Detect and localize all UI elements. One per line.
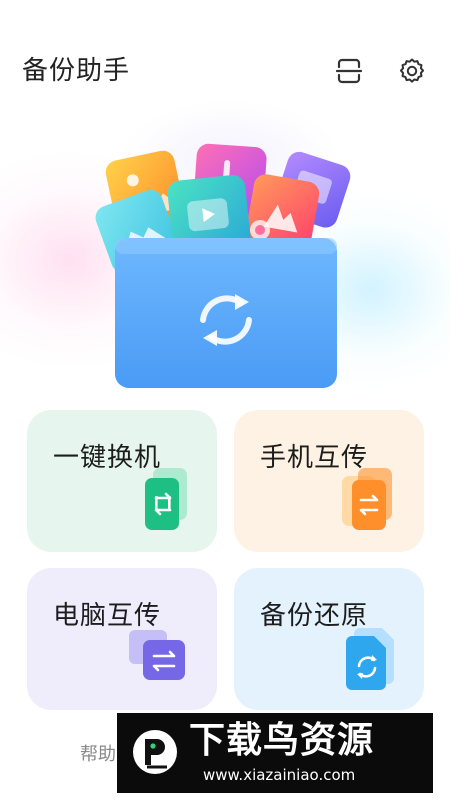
backup-restore-icon — [344, 628, 396, 690]
gear-icon[interactable] — [397, 56, 427, 86]
phone-transfer-card[interactable]: 手机互传 — [234, 410, 424, 552]
one-key-transfer-card[interactable]: 一键换机 — [27, 410, 217, 552]
watermark-brand: 下载鸟资源 — [189, 720, 375, 761]
phone-transfer-icon — [137, 468, 189, 532]
hero-illustration — [0, 100, 450, 400]
watermark-banner: 下载鸟资源 www.xiazainiao.com — [117, 713, 433, 793]
folder-media-icon — [95, 143, 351, 388]
pc-transfer-label: 电脑互传 — [53, 601, 162, 631]
bird-logo-icon — [133, 730, 177, 774]
scan-icon[interactable] — [334, 56, 364, 86]
watermark-url: www.xiazainiao.com — [203, 766, 356, 784]
help-link[interactable]: 帮助 — [80, 742, 116, 768]
backup-restore-card[interactable]: 备份还原 — [234, 568, 424, 710]
page-title: 备份助手 — [22, 56, 131, 86]
pc-exchange-icon — [129, 630, 189, 690]
pc-transfer-card[interactable]: 电脑互传 — [27, 568, 217, 710]
phone-exchange-icon — [342, 468, 396, 532]
